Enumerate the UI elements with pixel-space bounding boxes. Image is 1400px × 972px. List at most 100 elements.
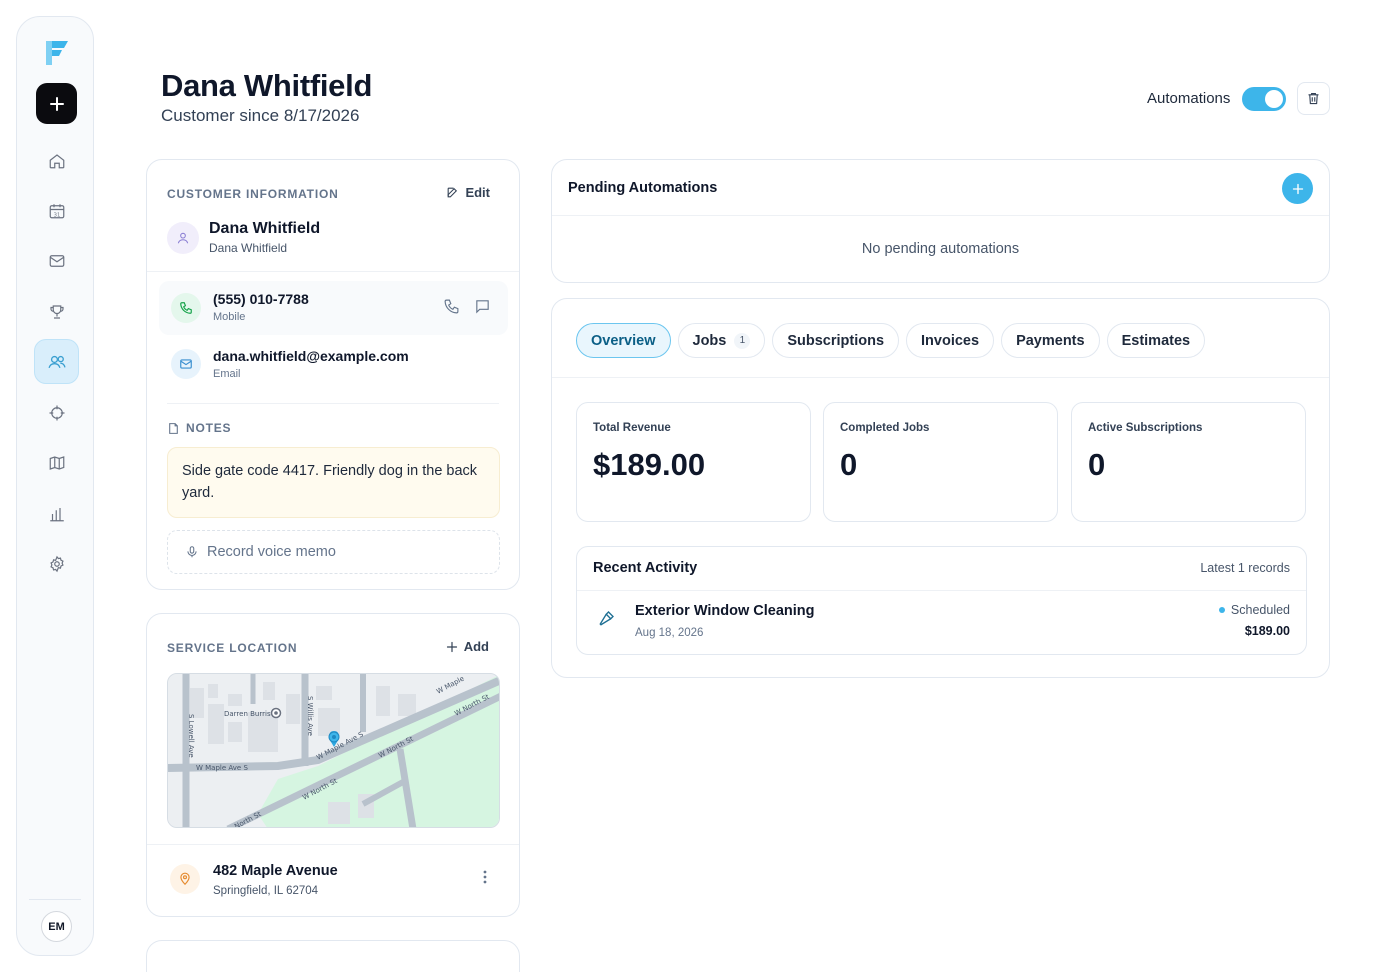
crosshair-icon (49, 405, 64, 420)
overview-card: Overview Jobs 1 Subscriptions Invoices Pa… (551, 298, 1330, 678)
add-automation-button[interactable] (1282, 173, 1313, 204)
message-button[interactable] (474, 298, 491, 320)
divider (147, 844, 519, 845)
new-button[interactable] (36, 83, 77, 124)
email-icon-badge (171, 349, 201, 379)
svg-text:31: 31 (53, 212, 60, 218)
tab-label: Jobs (692, 332, 727, 349)
customer-information-heading: CUSTOMER INFORMATION (167, 187, 339, 201)
automations-label: Automations (1147, 90, 1231, 107)
email-address[interactable]: dana.whitfield@example.com (213, 348, 409, 364)
address-line-2: Springfield, IL 62704 (213, 885, 319, 897)
map-pin-icon (180, 872, 190, 886)
sidebar-divider (29, 899, 81, 900)
sidebar-item-trophy[interactable] (34, 289, 79, 334)
tab-jobs[interactable]: Jobs 1 (677, 323, 766, 358)
record-voice-memo-button[interactable]: Record voice memo (167, 530, 500, 574)
users-icon (47, 355, 66, 368)
tab-overview[interactable]: Overview (576, 323, 671, 358)
sidebar-item-target[interactable] (34, 390, 79, 435)
tab-estimates[interactable]: Estimates (1106, 323, 1206, 358)
activity-status: Scheduled (1218, 603, 1290, 617)
tab-label: Overview (591, 332, 656, 349)
service-location-heading: SERVICE LOCATION (167, 641, 298, 655)
notes-text[interactable]: Side gate code 4417. Friendly dog in the… (167, 447, 500, 518)
phone-row[interactable]: (555) 010-7788 Mobile (159, 281, 508, 335)
page-subtitle: Customer since 8/17/2026 (161, 106, 360, 125)
stat-active-subscriptions: Active Subscriptions 0 (1071, 402, 1306, 522)
tab-label: Payments (1016, 332, 1085, 349)
call-button[interactable] (443, 298, 460, 320)
bar-chart-icon (49, 507, 64, 521)
user-avatar[interactable]: EM (41, 911, 72, 942)
sidebar: 31 EM (16, 16, 94, 956)
customer-name: Dana Whitfield (209, 220, 321, 237)
edit-icon (448, 187, 458, 198)
note-icon (169, 422, 178, 434)
edit-label: Edit (465, 185, 490, 200)
map-icon (49, 455, 64, 470)
gear-icon (49, 555, 64, 572)
activity-amount: $189.00 (1244, 624, 1290, 638)
more-vertical-icon (483, 870, 487, 884)
plus-icon (1292, 183, 1303, 194)
phone-number: (555) 010-7788 (213, 291, 309, 307)
service-location-card: SERVICE LOCATION Add S Lowell Ave S Will… (146, 613, 520, 917)
tab-bar: Overview Jobs 1 Subscriptions Invoices Pa… (576, 323, 1206, 358)
sidebar-item-customers[interactable] (34, 339, 79, 384)
customer-name-sub: Dana Whitfield (209, 241, 288, 255)
divider (167, 403, 499, 404)
notes-label: NOTES (186, 421, 232, 435)
mail-icon (49, 254, 64, 267)
delete-customer-button[interactable] (1297, 82, 1330, 115)
additional-card (146, 940, 520, 972)
divider (147, 271, 519, 272)
trash-icon (1308, 92, 1319, 105)
sidebar-item-calendar[interactable]: 31 (34, 188, 79, 233)
map-poi-label: Darren Burris (224, 710, 271, 718)
tab-subscriptions[interactable]: Subscriptions (772, 323, 900, 358)
divider (552, 215, 1329, 216)
stat-completed-jobs: Completed Jobs 0 (823, 402, 1058, 522)
address-pin-badge (170, 864, 200, 894)
sidebar-item-mail[interactable] (34, 238, 79, 283)
pending-automations-empty: No pending automations (861, 241, 1020, 257)
app-logo[interactable] (40, 37, 72, 69)
plus-icon (49, 96, 64, 111)
add-location-button[interactable]: Add (446, 639, 489, 654)
status-label: Scheduled (1230, 603, 1290, 617)
sidebar-item-map[interactable] (34, 440, 79, 485)
tab-label: Invoices (921, 332, 980, 349)
stat-label: Total Revenue (593, 422, 671, 434)
sidebar-item-reports[interactable] (34, 491, 79, 536)
map-label-s-willis: S Willis Ave (306, 696, 314, 736)
stat-value: $189.00 (593, 447, 706, 482)
user-icon (177, 232, 189, 244)
automations-toggle[interactable] (1242, 87, 1286, 111)
sidebar-item-settings[interactable] (34, 541, 79, 586)
recent-activity-panel: Recent Activity Latest 1 records Exterio… (576, 546, 1307, 655)
address-more-button[interactable] (483, 870, 487, 889)
divider (552, 377, 1329, 378)
tab-invoices[interactable]: Invoices (906, 323, 995, 358)
recent-activity-title: Recent Activity (593, 560, 698, 576)
activity-date: Aug 18, 2026 (635, 627, 704, 639)
page-title: Dana Whitfield (161, 68, 373, 103)
home-icon (49, 153, 64, 168)
activity-name: Exterior Window Cleaning (635, 603, 815, 619)
service-location-map[interactable]: S Lowell Ave S Willis Ave W Maple Ave S … (167, 673, 500, 828)
address-line-1: 482 Maple Avenue (213, 863, 338, 879)
pending-automations-title: Pending Automations (568, 180, 718, 196)
sidebar-item-home[interactable] (34, 138, 79, 183)
tab-payments[interactable]: Payments (1001, 323, 1100, 358)
person-avatar (167, 222, 199, 254)
message-icon (476, 300, 489, 314)
jobs-count-badge: 1 (734, 332, 751, 349)
toggle-knob (1265, 90, 1283, 108)
phone-icon (180, 302, 192, 314)
map-label-s-lowell: S Lowell Ave (187, 714, 195, 758)
tab-label: Subscriptions (787, 332, 885, 349)
add-label: Add (463, 639, 489, 654)
stat-label: Completed Jobs (840, 422, 930, 434)
edit-button[interactable]: Edit (446, 185, 490, 200)
